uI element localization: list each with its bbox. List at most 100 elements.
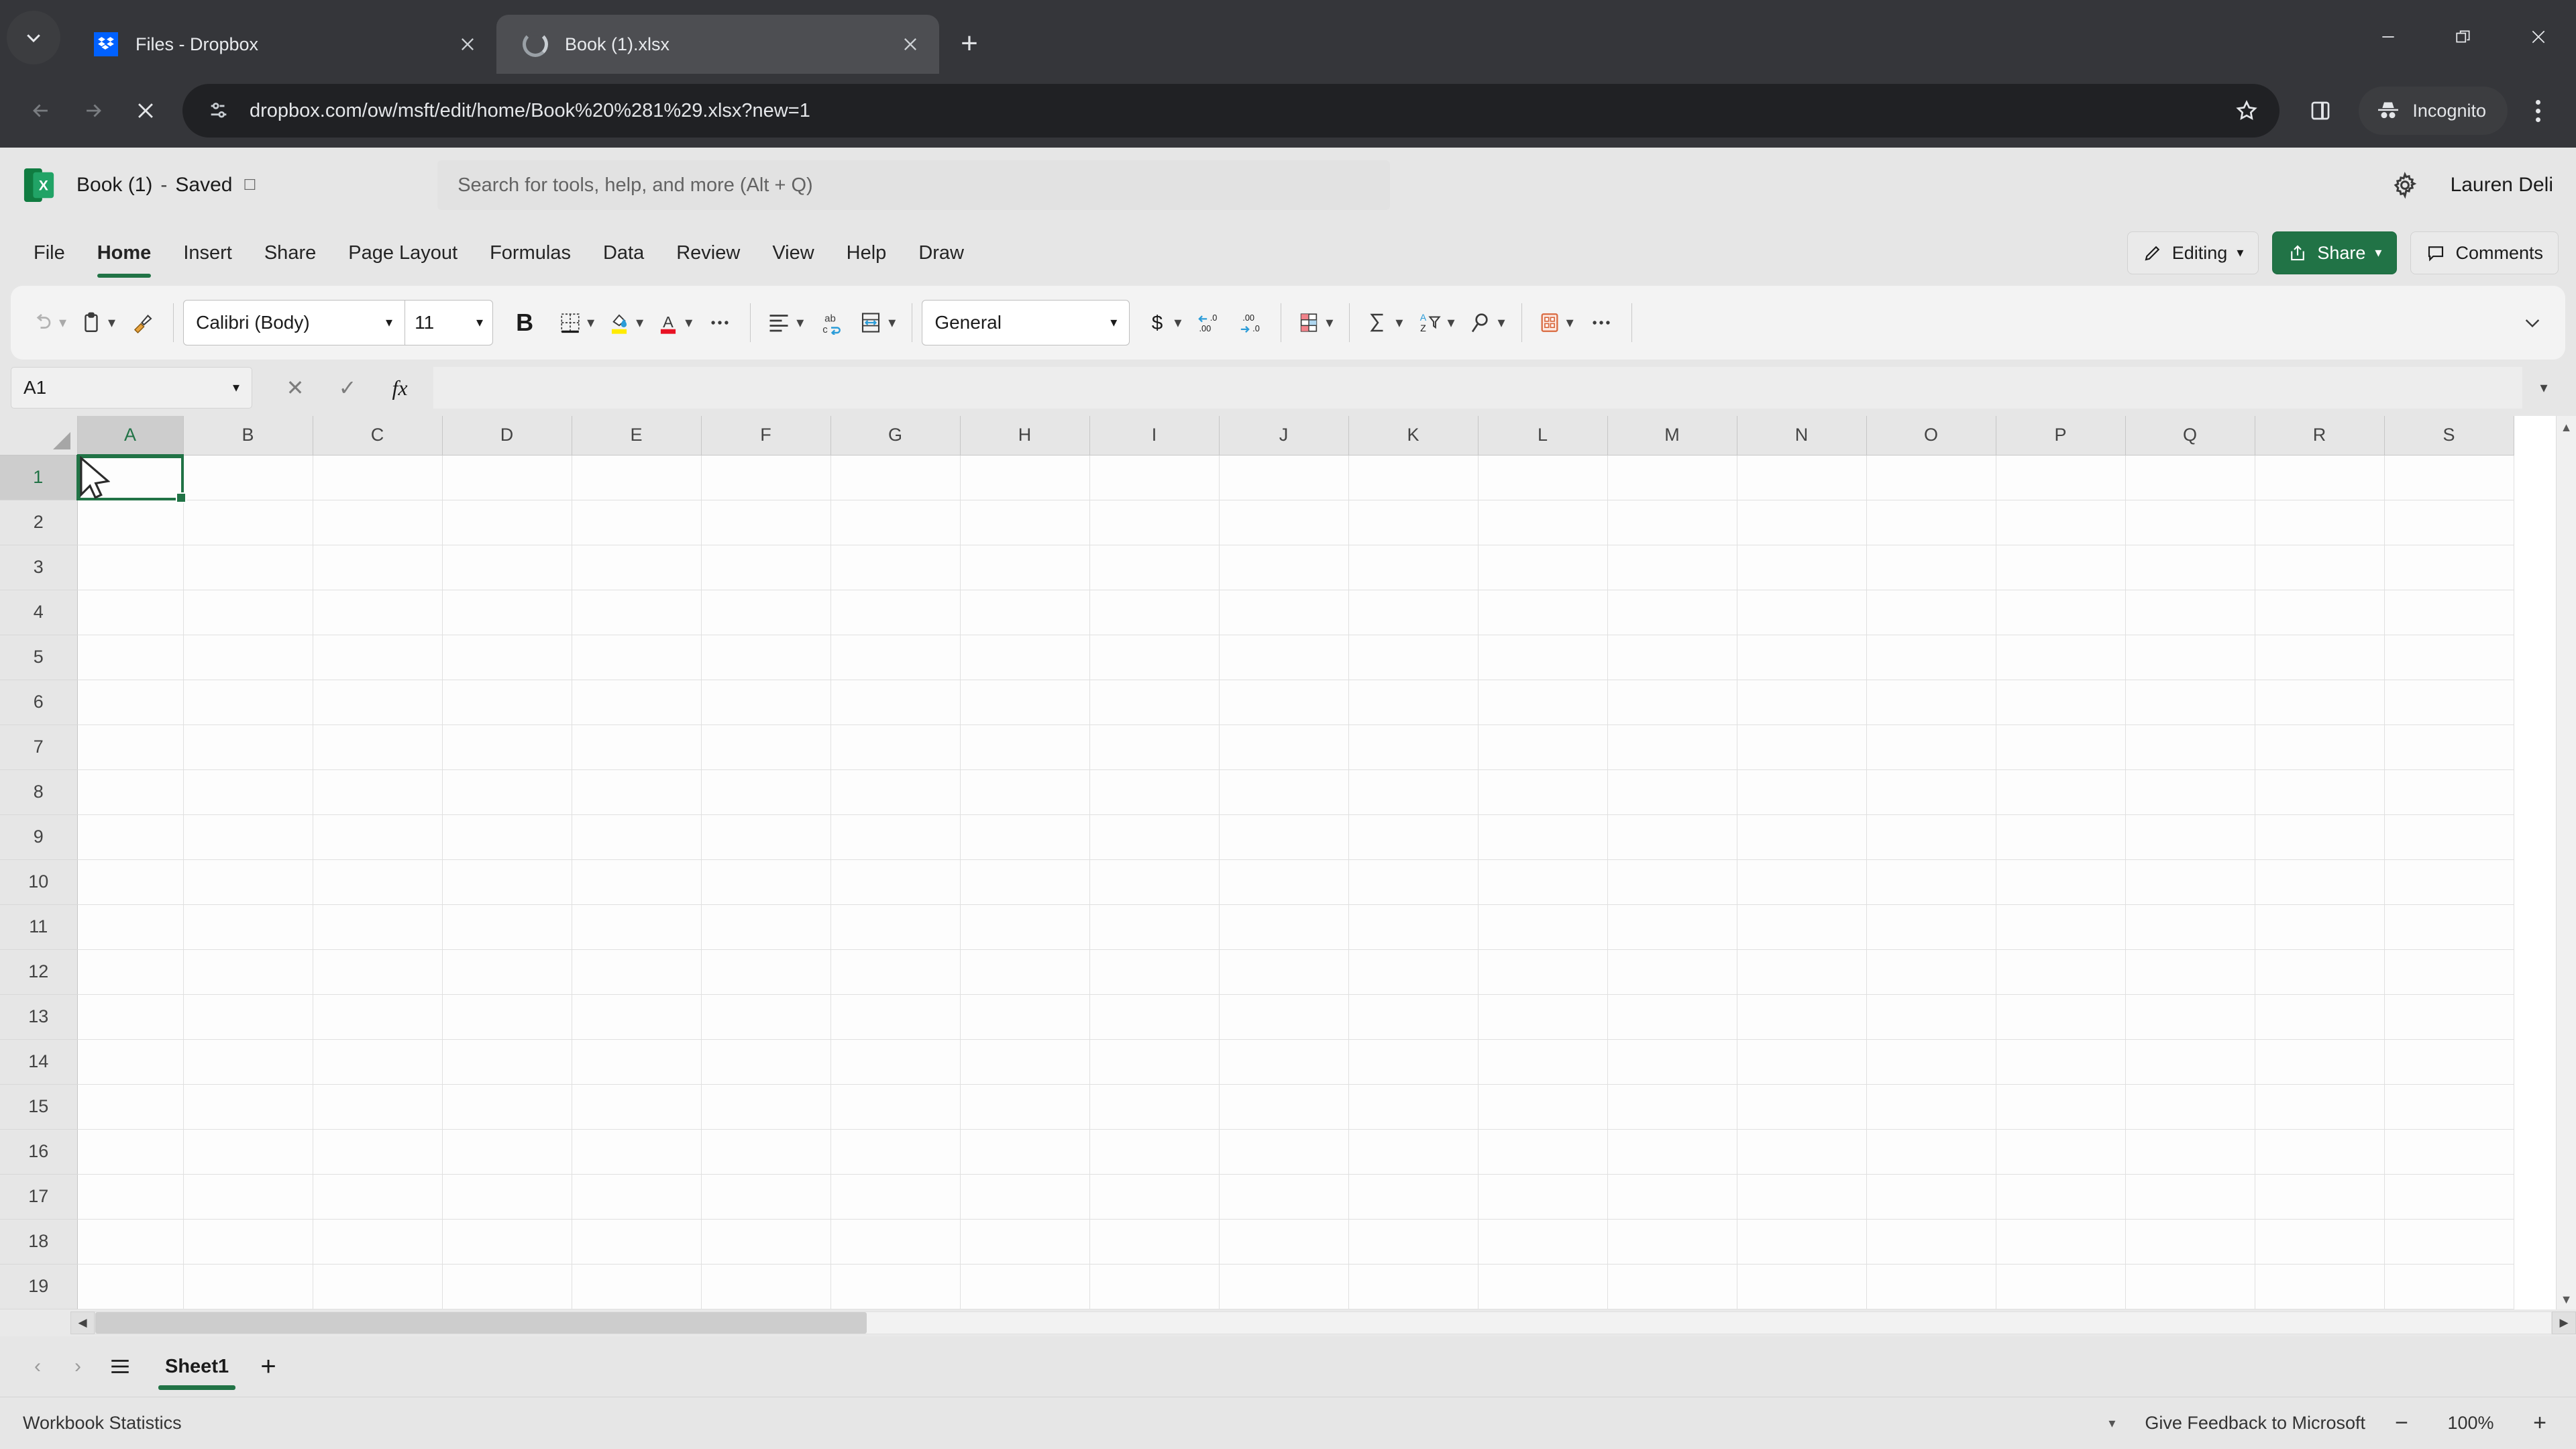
- cell-J18[interactable]: [1219, 1219, 1349, 1265]
- cell-I7[interactable]: [1089, 724, 1220, 770]
- cell-F12[interactable]: [701, 949, 831, 995]
- cell-H4[interactable]: [960, 590, 1090, 635]
- cell-J14[interactable]: [1219, 1039, 1349, 1085]
- ribbon-tab-help[interactable]: Help: [830, 228, 903, 278]
- cell-I17[interactable]: [1089, 1174, 1220, 1220]
- cell-N19[interactable]: [1737, 1264, 1867, 1309]
- cell-C4[interactable]: [313, 590, 443, 635]
- ribbon-tab-formulas[interactable]: Formulas: [474, 228, 587, 278]
- row-header-14[interactable]: 14: [0, 1039, 78, 1085]
- cell-D16[interactable]: [442, 1129, 572, 1175]
- share-button[interactable]: Share ▾: [2272, 231, 2398, 274]
- cell-A8[interactable]: [77, 769, 184, 815]
- cell-O19[interactable]: [1866, 1264, 1996, 1309]
- excel-search-box[interactable]: Search for tools, help, and more (Alt + …: [437, 160, 1391, 210]
- sheet-tab-sheet1[interactable]: Sheet1: [149, 1339, 245, 1394]
- cell-O17[interactable]: [1866, 1174, 1996, 1220]
- cell-N15[interactable]: [1737, 1084, 1867, 1130]
- cell-L11[interactable]: [1478, 904, 1608, 950]
- cell-E8[interactable]: [572, 769, 702, 815]
- scroll-up-button[interactable]: ▲: [2557, 416, 2576, 439]
- cell-G3[interactable]: [830, 545, 961, 590]
- cell-C19[interactable]: [313, 1264, 443, 1309]
- cell-J1[interactable]: [1219, 455, 1349, 500]
- column-header-g[interactable]: G: [830, 416, 961, 455]
- cell-N5[interactable]: [1737, 635, 1867, 680]
- cell-L16[interactable]: [1478, 1129, 1608, 1175]
- vertical-scrollbar[interactable]: ▲ ▼: [2556, 416, 2576, 1311]
- cell-E2[interactable]: [572, 500, 702, 545]
- row-header-8[interactable]: 8: [0, 769, 78, 815]
- cell-B6[interactable]: [183, 680, 313, 725]
- cell-N2[interactable]: [1737, 500, 1867, 545]
- cell-I15[interactable]: [1089, 1084, 1220, 1130]
- cell-R12[interactable]: [2255, 949, 2385, 995]
- cell-L7[interactable]: [1478, 724, 1608, 770]
- row-header-1[interactable]: 1: [0, 455, 78, 500]
- cell-S1[interactable]: [2384, 455, 2514, 500]
- scroll-right-button[interactable]: ▶: [2552, 1311, 2576, 1334]
- cell-G15[interactable]: [830, 1084, 961, 1130]
- cell-E11[interactable]: [572, 904, 702, 950]
- cell-G5[interactable]: [830, 635, 961, 680]
- cell-A17[interactable]: [77, 1174, 184, 1220]
- cell-S8[interactable]: [2384, 769, 2514, 815]
- ribbon-tab-share[interactable]: Share: [248, 228, 332, 278]
- merge-cells-button[interactable]: ▾: [852, 297, 902, 348]
- cell-B10[interactable]: [183, 859, 313, 905]
- row-header-12[interactable]: 12: [0, 949, 78, 995]
- cell-C13[interactable]: [313, 994, 443, 1040]
- cell-D6[interactable]: [442, 680, 572, 725]
- cell-S16[interactable]: [2384, 1129, 2514, 1175]
- cell-N9[interactable]: [1737, 814, 1867, 860]
- cell-Q1[interactable]: [2125, 455, 2255, 500]
- cell-J9[interactable]: [1219, 814, 1349, 860]
- cell-R2[interactable]: [2255, 500, 2385, 545]
- cell-P12[interactable]: [1996, 949, 2126, 995]
- cell-I5[interactable]: [1089, 635, 1220, 680]
- tab-close-button[interactable]: [452, 29, 483, 60]
- cell-K13[interactable]: [1348, 994, 1479, 1040]
- cell-I11[interactable]: [1089, 904, 1220, 950]
- cell-F7[interactable]: [701, 724, 831, 770]
- cell-G6[interactable]: [830, 680, 961, 725]
- cell-O1[interactable]: [1866, 455, 1996, 500]
- cell-O13[interactable]: [1866, 994, 1996, 1040]
- cell-C1[interactable]: [313, 455, 443, 500]
- cell-L13[interactable]: [1478, 994, 1608, 1040]
- row-header-5[interactable]: 5: [0, 635, 78, 680]
- ribbon-tab-page-layout[interactable]: Page Layout: [332, 228, 474, 278]
- cell-H18[interactable]: [960, 1219, 1090, 1265]
- cell-C12[interactable]: [313, 949, 443, 995]
- cell-R14[interactable]: [2255, 1039, 2385, 1085]
- address-bar[interactable]: dropbox.com/ow/msft/edit/home/Book%20%28…: [182, 84, 2280, 138]
- bookmark-button[interactable]: [2224, 89, 2269, 133]
- tab-close-button[interactable]: [895, 29, 926, 60]
- cell-C17[interactable]: [313, 1174, 443, 1220]
- number-format-select[interactable]: General ▾: [922, 300, 1130, 345]
- cell-P10[interactable]: [1996, 859, 2126, 905]
- cell-J5[interactable]: [1219, 635, 1349, 680]
- cell-I3[interactable]: [1089, 545, 1220, 590]
- row-header-9[interactable]: 9: [0, 814, 78, 860]
- cell-A1[interactable]: [77, 455, 186, 503]
- cell-Q13[interactable]: [2125, 994, 2255, 1040]
- cell-E10[interactable]: [572, 859, 702, 905]
- cell-H6[interactable]: [960, 680, 1090, 725]
- cell-H9[interactable]: [960, 814, 1090, 860]
- cell-H1[interactable]: [960, 455, 1090, 500]
- cell-O11[interactable]: [1866, 904, 1996, 950]
- cell-Q7[interactable]: [2125, 724, 2255, 770]
- cell-K17[interactable]: [1348, 1174, 1479, 1220]
- all-sheets-button[interactable]: [98, 1346, 142, 1387]
- cell-B14[interactable]: [183, 1039, 313, 1085]
- cell-H2[interactable]: [960, 500, 1090, 545]
- cell-F18[interactable]: [701, 1219, 831, 1265]
- cell-E4[interactable]: [572, 590, 702, 635]
- row-header-15[interactable]: 15: [0, 1084, 78, 1130]
- cell-C3[interactable]: [313, 545, 443, 590]
- cell-J10[interactable]: [1219, 859, 1349, 905]
- cell-E12[interactable]: [572, 949, 702, 995]
- cell-S2[interactable]: [2384, 500, 2514, 545]
- document-title[interactable]: Book (1): [76, 174, 152, 197]
